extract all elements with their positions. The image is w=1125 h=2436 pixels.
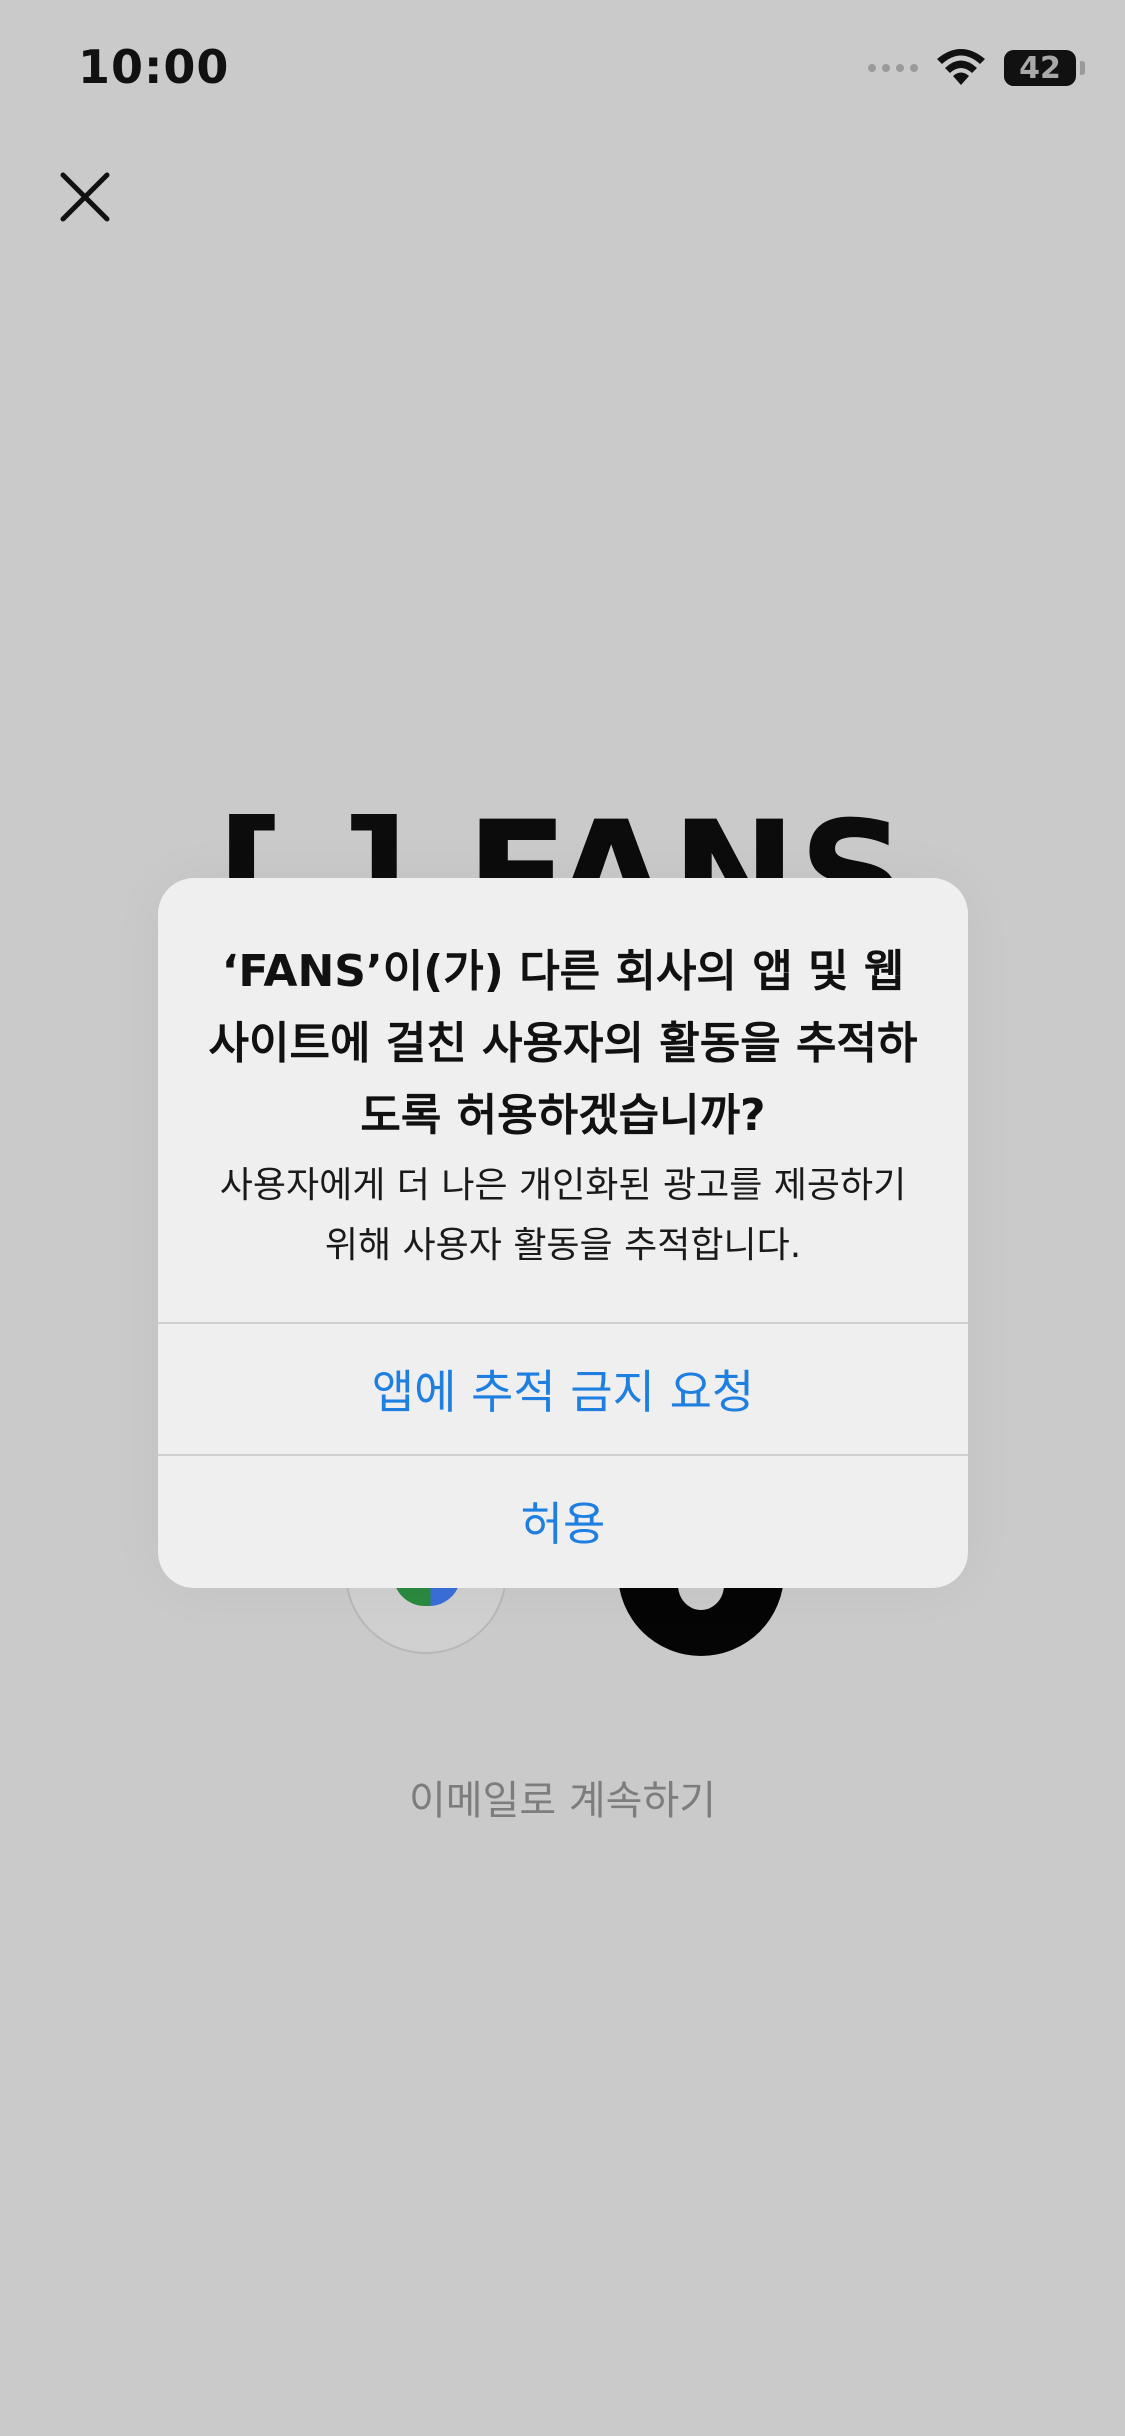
dialog-title: ‘FANS’이(가) 다른 회사의 앱 및 웹사이트에 걸친 사용자의 활동을 …: [208, 946, 918, 1141]
wifi-icon: [937, 49, 985, 85]
status-icons: 42: [868, 48, 1085, 88]
battery-cap: [1080, 61, 1085, 75]
email-continue-link[interactable]: 이메일로 계속하기: [0, 1768, 1125, 1826]
close-button[interactable]: [58, 170, 112, 224]
status-time: 10:00: [78, 40, 230, 94]
battery-percent: 42: [1019, 50, 1061, 86]
tracking-permission-dialog: ‘FANS’이(가) 다른 회사의 앱 및 웹사이트에 걸친 사용자의 활동을 …: [158, 878, 968, 1588]
allow-tracking-button[interactable]: 허용: [158, 1456, 968, 1586]
dialog-message: 사용자에게 더 나은 개인화된 광고를 제공하기 위해 사용자 활동을 추적합니…: [219, 1165, 907, 1266]
close-icon: [60, 172, 110, 222]
battery-icon: 42: [1004, 50, 1076, 86]
login-screen: 10:00 42 [ ] FANS 이메일로 계속하기 ‘FANS’이(가) 다…: [0, 0, 1125, 2436]
ask-not-to-track-button[interactable]: 앱에 추적 금지 요청: [158, 1324, 968, 1454]
dialog-body: ‘FANS’이(가) 다른 회사의 앱 및 웹사이트에 걸친 사용자의 활동을 …: [158, 878, 968, 1322]
signal-icon: [868, 64, 918, 72]
